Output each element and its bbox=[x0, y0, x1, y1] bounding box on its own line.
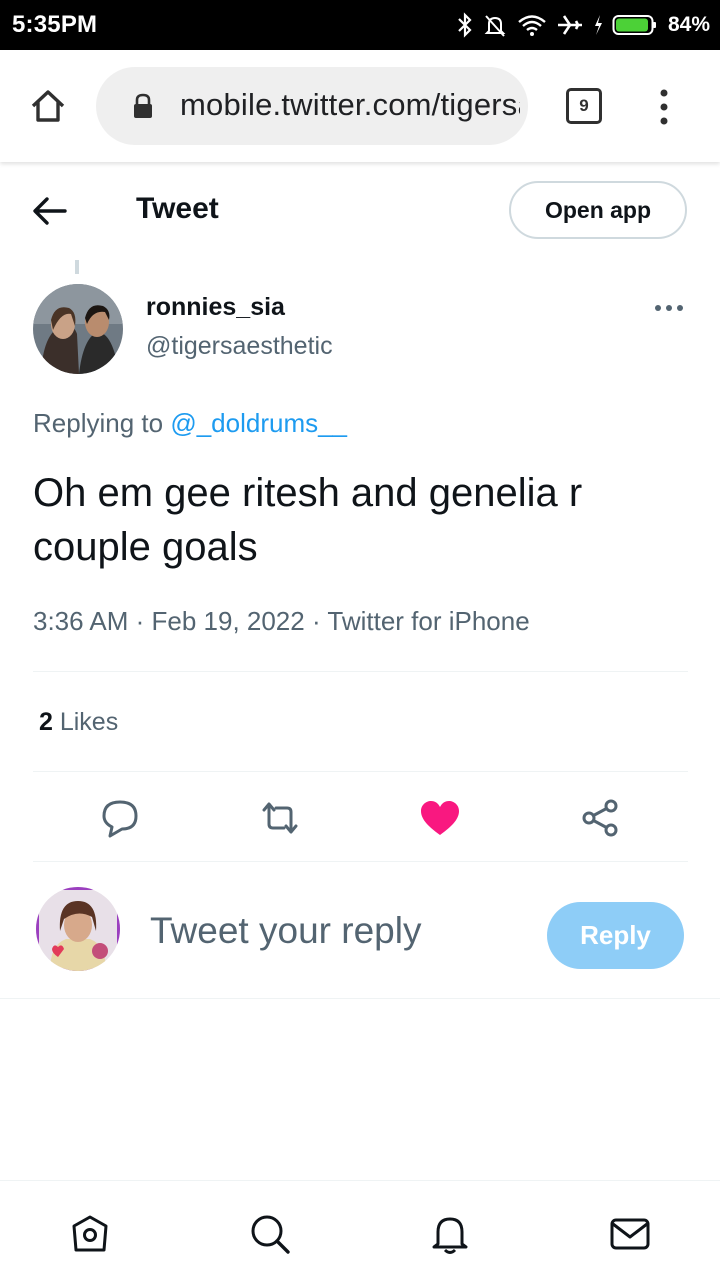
browser-home-icon[interactable] bbox=[28, 86, 68, 126]
divider bbox=[33, 671, 688, 672]
url-text[interactable]: mobile.twitter.com/tigersaesthetic/statu… bbox=[180, 87, 520, 123]
bottom-navigation bbox=[0, 1180, 720, 1281]
mute-icon bbox=[484, 15, 506, 37]
tab-switcher-button[interactable]: 9 bbox=[566, 88, 602, 124]
share-icon[interactable] bbox=[578, 796, 622, 840]
reply-input[interactable]: Tweet your reply bbox=[150, 910, 421, 952]
lock-icon bbox=[134, 93, 152, 118]
battery-icon bbox=[612, 15, 656, 35]
likes-summary[interactable]: 2 Likes bbox=[39, 708, 118, 737]
address-bar[interactable]: mobile.twitter.com/tigersaesthetic/statu… bbox=[96, 67, 528, 145]
current-user-avatar[interactable] bbox=[36, 887, 120, 971]
browser-menu-icon[interactable] bbox=[652, 88, 676, 126]
avatar-image bbox=[36, 887, 120, 971]
battery-percent: 84% bbox=[667, 13, 710, 36]
bluetooth-icon bbox=[458, 12, 472, 38]
divider bbox=[0, 998, 720, 999]
divider bbox=[33, 861, 688, 862]
avatar-image bbox=[33, 284, 123, 374]
status-time: 5:35PM bbox=[12, 11, 98, 38]
likes-count: 2 bbox=[39, 708, 53, 736]
airplane-icon bbox=[557, 15, 582, 35]
author-name[interactable]: ronnies_sia bbox=[146, 293, 285, 322]
replying-to: Replying to @_doldrums__ bbox=[33, 408, 347, 439]
page-title: Tweet bbox=[136, 192, 219, 225]
status-icons: 84% bbox=[456, 10, 710, 40]
replying-to-link[interactable]: @_doldrums__ bbox=[170, 408, 347, 438]
like-heart-icon[interactable] bbox=[418, 796, 462, 840]
search-icon[interactable] bbox=[248, 1212, 292, 1256]
reply-button[interactable]: Reply bbox=[547, 902, 684, 969]
reply-icon[interactable] bbox=[98, 796, 142, 840]
notifications-icon[interactable] bbox=[428, 1212, 472, 1256]
thread-connector bbox=[75, 260, 79, 274]
open-app-button[interactable]: Open app bbox=[509, 181, 687, 239]
replying-to-prefix: Replying to bbox=[33, 408, 171, 438]
retweet-icon[interactable] bbox=[258, 796, 302, 840]
browser-toolbar: mobile.twitter.com/tigersaesthetic/statu… bbox=[0, 50, 720, 162]
divider bbox=[33, 771, 688, 772]
back-arrow-icon[interactable] bbox=[30, 194, 70, 228]
more-options-icon[interactable] bbox=[652, 296, 686, 320]
tweet-text: Oh em gee ritesh and genelia r couple go… bbox=[33, 471, 583, 569]
status-bar: 5:35PM 84% bbox=[0, 0, 720, 50]
messages-icon[interactable] bbox=[608, 1212, 652, 1256]
author-avatar[interactable] bbox=[33, 284, 123, 374]
home-icon[interactable] bbox=[68, 1212, 112, 1256]
charging-icon bbox=[594, 15, 602, 35]
author-handle[interactable]: @tigersaesthetic bbox=[146, 332, 333, 361]
likes-label: Likes bbox=[52, 708, 119, 736]
tweet-timestamp[interactable]: 3:36 AM · Feb 19, 2022 · Twitter for iPh… bbox=[33, 606, 530, 637]
wifi-icon bbox=[518, 15, 546, 36]
